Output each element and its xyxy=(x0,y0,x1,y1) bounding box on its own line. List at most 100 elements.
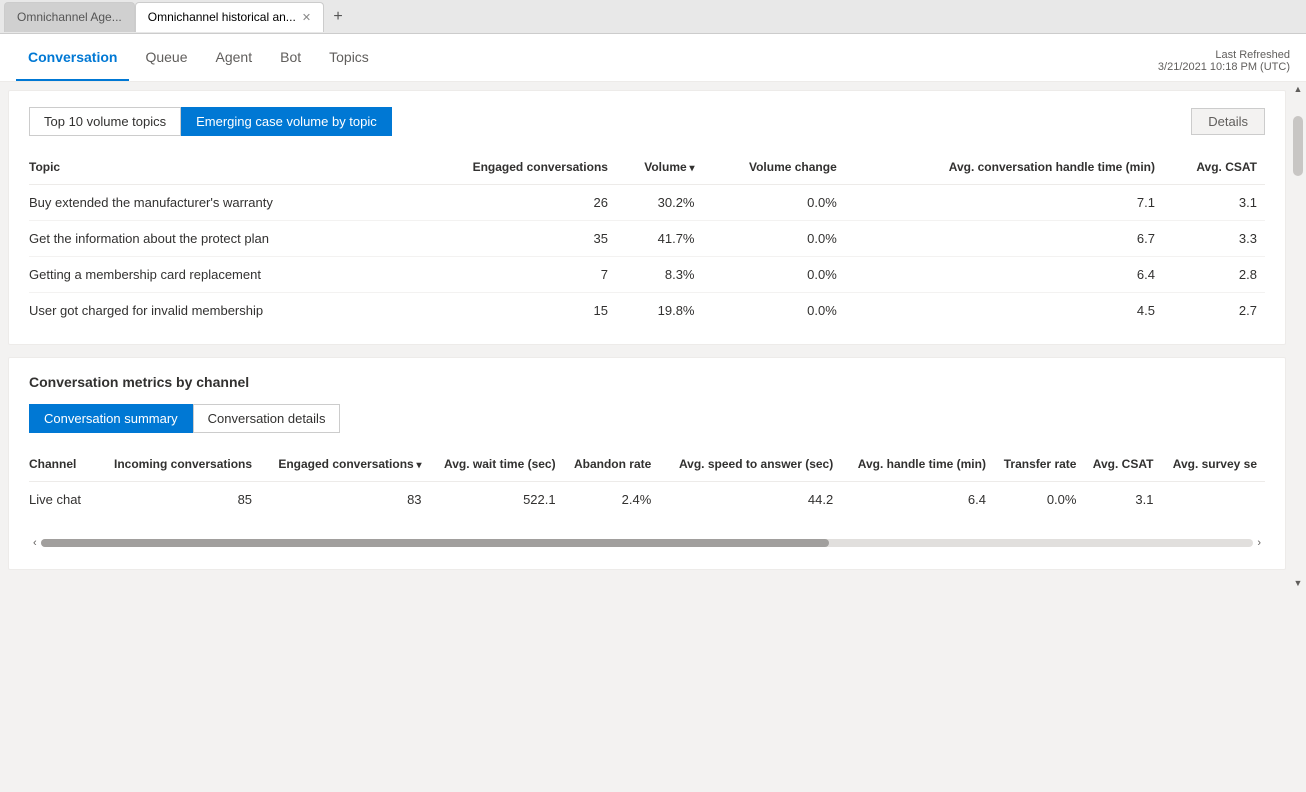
table-row: Getting a membership card replacement 7 … xyxy=(29,257,1265,293)
nav-tab-bot-label: Bot xyxy=(280,49,301,65)
abandon-cell: 2.4% xyxy=(564,482,660,518)
inner-tab-bar: Conversation summary Conversation detail… xyxy=(29,404,1265,433)
tab-conversation-details[interactable]: Conversation details xyxy=(193,404,341,433)
nav-tab-conversation[interactable]: Conversation xyxy=(16,34,129,81)
col-avg-csat-header: Avg. CSAT xyxy=(1163,152,1265,185)
scroll-up-icon[interactable]: ▲ xyxy=(1292,82,1305,96)
tab-top10-volume[interactable]: Top 10 volume topics xyxy=(29,107,181,136)
avg-csat-cell: 2.8 xyxy=(1163,257,1265,293)
avg-csat-cell: 3.1 xyxy=(1163,185,1265,221)
engaged-cell: 7 xyxy=(403,257,616,293)
volume-cell: 8.3% xyxy=(616,257,703,293)
volume-cell: 30.2% xyxy=(616,185,703,221)
scroll-left-icon[interactable]: ‹ xyxy=(29,537,41,549)
col-avg-csat-header: Avg. CSAT xyxy=(1084,449,1161,482)
col-topic-header: Topic xyxy=(29,152,403,185)
engaged-cell: 26 xyxy=(403,185,616,221)
browser-tab-1[interactable]: Omnichannel Age... xyxy=(4,2,135,32)
volume-change-cell: 0.0% xyxy=(703,257,845,293)
nav-tab-agent-label: Agent xyxy=(216,49,253,65)
table-row: User got charged for invalid membership … xyxy=(29,293,1265,329)
nav-tab-queue-label: Queue xyxy=(145,49,187,65)
table-row: Live chat 85 83 522.1 2.4% 44.2 6.4 0.0%… xyxy=(29,482,1265,518)
scroll-down-icon[interactable]: ▼ xyxy=(1292,576,1305,590)
metrics-section-title: Conversation metrics by channel xyxy=(29,374,1265,390)
avg-handle-cell: 4.5 xyxy=(845,293,1163,329)
table-row: Get the information about the protect pl… xyxy=(29,221,1265,257)
avg-csat-cell: 3.1 xyxy=(1084,482,1161,518)
col-volume-change-header: Volume change xyxy=(703,152,845,185)
nav-tab-topics[interactable]: Topics xyxy=(317,34,381,81)
topic-tab-bar: Top 10 volume topics Emerging case volum… xyxy=(29,107,1265,136)
engaged-cell: 15 xyxy=(403,293,616,329)
app-nav-bar: Conversation Queue Agent Bot Topics Last… xyxy=(0,34,1306,82)
avg-wait-cell: 522.1 xyxy=(430,482,564,518)
topics-card: Top 10 volume topics Emerging case volum… xyxy=(8,90,1286,345)
avg-handle-cell: 7.1 xyxy=(845,185,1163,221)
transfer-cell: 0.0% xyxy=(994,482,1084,518)
avg-csat-cell: 3.3 xyxy=(1163,221,1265,257)
avg-survey-cell xyxy=(1161,482,1265,518)
close-icon[interactable]: ✕ xyxy=(302,11,311,24)
last-refreshed-value: 3/21/2021 10:18 PM (UTC) xyxy=(1158,61,1290,73)
incoming-cell: 85 xyxy=(96,482,260,518)
col-avg-survey-header: Avg. survey se xyxy=(1161,449,1265,482)
channel-cell: Live chat xyxy=(29,482,96,518)
topic-cell: Buy extended the manufacturer's warranty xyxy=(29,185,403,221)
tab-conversation-summary[interactable]: Conversation summary xyxy=(29,404,193,433)
engaged-cell: 83 xyxy=(260,482,430,518)
new-tab-button[interactable]: + xyxy=(324,3,352,31)
col-avg-handle-header: Avg. handle time (min) xyxy=(841,449,994,482)
tab-details-label: Conversation details xyxy=(208,411,326,426)
nav-tab-bot[interactable]: Bot xyxy=(268,34,313,81)
col-avg-wait-header: Avg. wait time (sec) xyxy=(430,449,564,482)
col-incoming-header: Incoming conversations xyxy=(96,449,260,482)
col-channel-header: Channel xyxy=(29,449,96,482)
topics-table: Topic Engaged conversations Volume Volum… xyxy=(29,152,1265,328)
avg-speed-cell: 44.2 xyxy=(659,482,841,518)
tab-emerging-case[interactable]: Emerging case volume by topic xyxy=(181,107,392,136)
col-avg-handle-header: Avg. conversation handle time (min) xyxy=(845,152,1163,185)
vertical-scrollbar-thumb[interactable] xyxy=(1293,116,1303,176)
last-refreshed-info: Last Refreshed 3/21/2021 10:18 PM (UTC) xyxy=(1158,49,1290,73)
details-button[interactable]: Details xyxy=(1191,108,1265,135)
topic-cell: Getting a membership card replacement xyxy=(29,257,403,293)
volume-change-cell: 0.0% xyxy=(703,221,845,257)
scrollbar-thumb[interactable] xyxy=(41,539,829,547)
nav-tab-topics-label: Topics xyxy=(329,49,369,65)
horizontal-scrollbar[interactable]: ‹ › xyxy=(29,533,1265,553)
scroll-right-icon[interactable]: › xyxy=(1253,537,1265,549)
table-row: Buy extended the manufacturer's warranty… xyxy=(29,185,1265,221)
col-engaged-header: Engaged conversations xyxy=(403,152,616,185)
volume-cell: 19.8% xyxy=(616,293,703,329)
col-avg-speed-header: Avg. speed to answer (sec) xyxy=(659,449,841,482)
avg-handle-cell: 6.4 xyxy=(841,482,994,518)
nav-tab-agent[interactable]: Agent xyxy=(204,34,265,81)
engaged-cell: 35 xyxy=(403,221,616,257)
col-volume-header[interactable]: Volume xyxy=(616,152,703,185)
tab-top10-label: Top 10 volume topics xyxy=(44,114,166,129)
browser-tab-2-label: Omnichannel historical an... xyxy=(148,10,296,24)
volume-cell: 41.7% xyxy=(616,221,703,257)
metrics-table: Channel Incoming conversations Engaged c… xyxy=(29,449,1265,517)
topic-cell: User got charged for invalid membership xyxy=(29,293,403,329)
topic-cell: Get the information about the protect pl… xyxy=(29,221,403,257)
tab-emerging-label: Emerging case volume by topic xyxy=(196,114,377,129)
browser-tab-2[interactable]: Omnichannel historical an... ✕ xyxy=(135,2,324,32)
avg-handle-cell: 6.4 xyxy=(845,257,1163,293)
col-abandon-header: Abandon rate xyxy=(564,449,660,482)
avg-csat-cell: 2.7 xyxy=(1163,293,1265,329)
volume-change-cell: 0.0% xyxy=(703,185,845,221)
tab-summary-label: Conversation summary xyxy=(44,411,178,426)
nav-tab-conversation-label: Conversation xyxy=(28,49,117,65)
metrics-card: Conversation metrics by channel Conversa… xyxy=(8,357,1286,570)
vertical-scrollbar[interactable]: ▲ ▼ xyxy=(1290,82,1306,590)
browser-tab-1-label: Omnichannel Age... xyxy=(17,10,122,24)
browser-tab-bar: Omnichannel Age... Omnichannel historica… xyxy=(0,0,1306,34)
nav-tab-queue[interactable]: Queue xyxy=(133,34,199,81)
col-engaged-header[interactable]: Engaged conversations xyxy=(260,449,430,482)
avg-handle-cell: 6.7 xyxy=(845,221,1163,257)
volume-change-cell: 0.0% xyxy=(703,293,845,329)
col-transfer-header: Transfer rate xyxy=(994,449,1084,482)
scrollbar-track[interactable] xyxy=(41,539,1254,547)
